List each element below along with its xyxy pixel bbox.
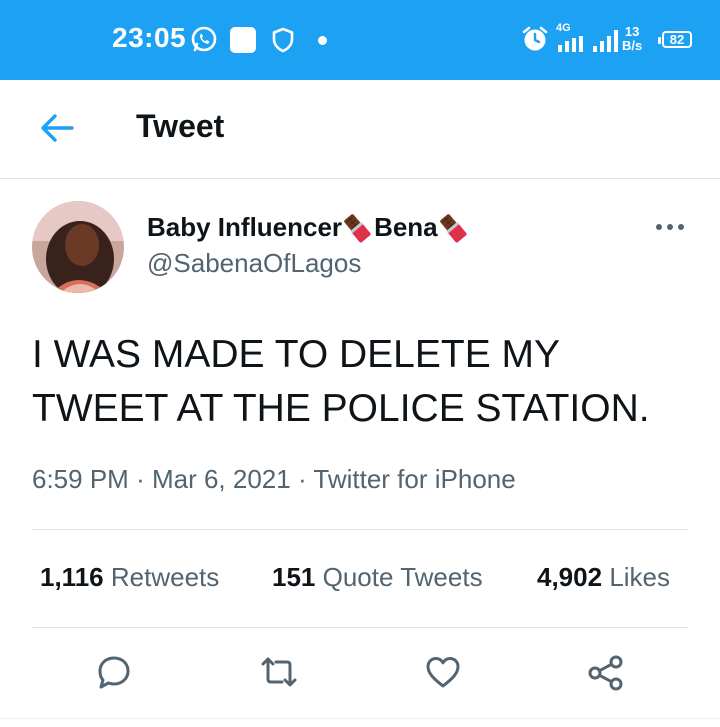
app-header	[0, 80, 720, 179]
battery-icon: 82	[658, 31, 692, 48]
quote-tweets-stat[interactable]: 151 Quote Tweets	[272, 562, 483, 593]
reply-icon[interactable]	[96, 654, 132, 690]
tweet-date: Mar 6, 2021	[151, 464, 291, 494]
author-handle[interactable]: @SabenaOfLagos	[147, 248, 361, 279]
dot-icon	[318, 36, 327, 45]
status-time: 23:05	[112, 22, 187, 53]
tweet-text: I WAS MADE TO DELETE MY TWEET AT THE POL…	[32, 333, 650, 430]
meta-separator: ·	[297, 464, 307, 494]
shield-icon	[272, 27, 294, 53]
notification-square-icon	[230, 27, 256, 53]
divider	[0, 718, 720, 719]
network-type: 4G	[556, 22, 571, 34]
arrow-left-icon[interactable]	[38, 110, 78, 146]
share-icon[interactable]	[587, 654, 625, 692]
avatar-image	[32, 201, 124, 293]
chocolate-bar-icon	[439, 213, 467, 242]
like-icon[interactable]	[424, 654, 462, 690]
more-options-icon[interactable]	[655, 222, 685, 232]
meta-separator: ·	[136, 464, 145, 494]
tweet-source[interactable]: Twitter for iPhone	[313, 464, 515, 494]
alarm-icon	[522, 26, 548, 51]
signal-icon	[558, 36, 583, 52]
avatar[interactable]	[32, 201, 124, 293]
whatsapp-icon	[191, 26, 217, 52]
divider	[32, 529, 688, 530]
likes-stat[interactable]: 4,902 Likes	[537, 562, 670, 593]
battery-level: 82	[669, 32, 685, 47]
retweet-icon[interactable]	[259, 654, 299, 690]
divider	[32, 627, 688, 628]
network-speed: 13 B/s	[622, 24, 643, 53]
chocolate-bar-icon	[344, 213, 371, 242]
author-name[interactable]: Baby Influencer Bena	[147, 212, 468, 243]
tweet-meta: 6:59 PM · Mar 6, 2021 · Twitter for iPho…	[32, 464, 516, 495]
retweets-stat[interactable]: 1,116 Retweets	[40, 562, 219, 593]
page-title: Tweet	[136, 108, 225, 144]
status-bar: 23:05 4G 13 B/s 82	[0, 0, 720, 80]
signal-icon	[593, 30, 618, 52]
tweet-time: 6:59 PM	[32, 464, 129, 494]
